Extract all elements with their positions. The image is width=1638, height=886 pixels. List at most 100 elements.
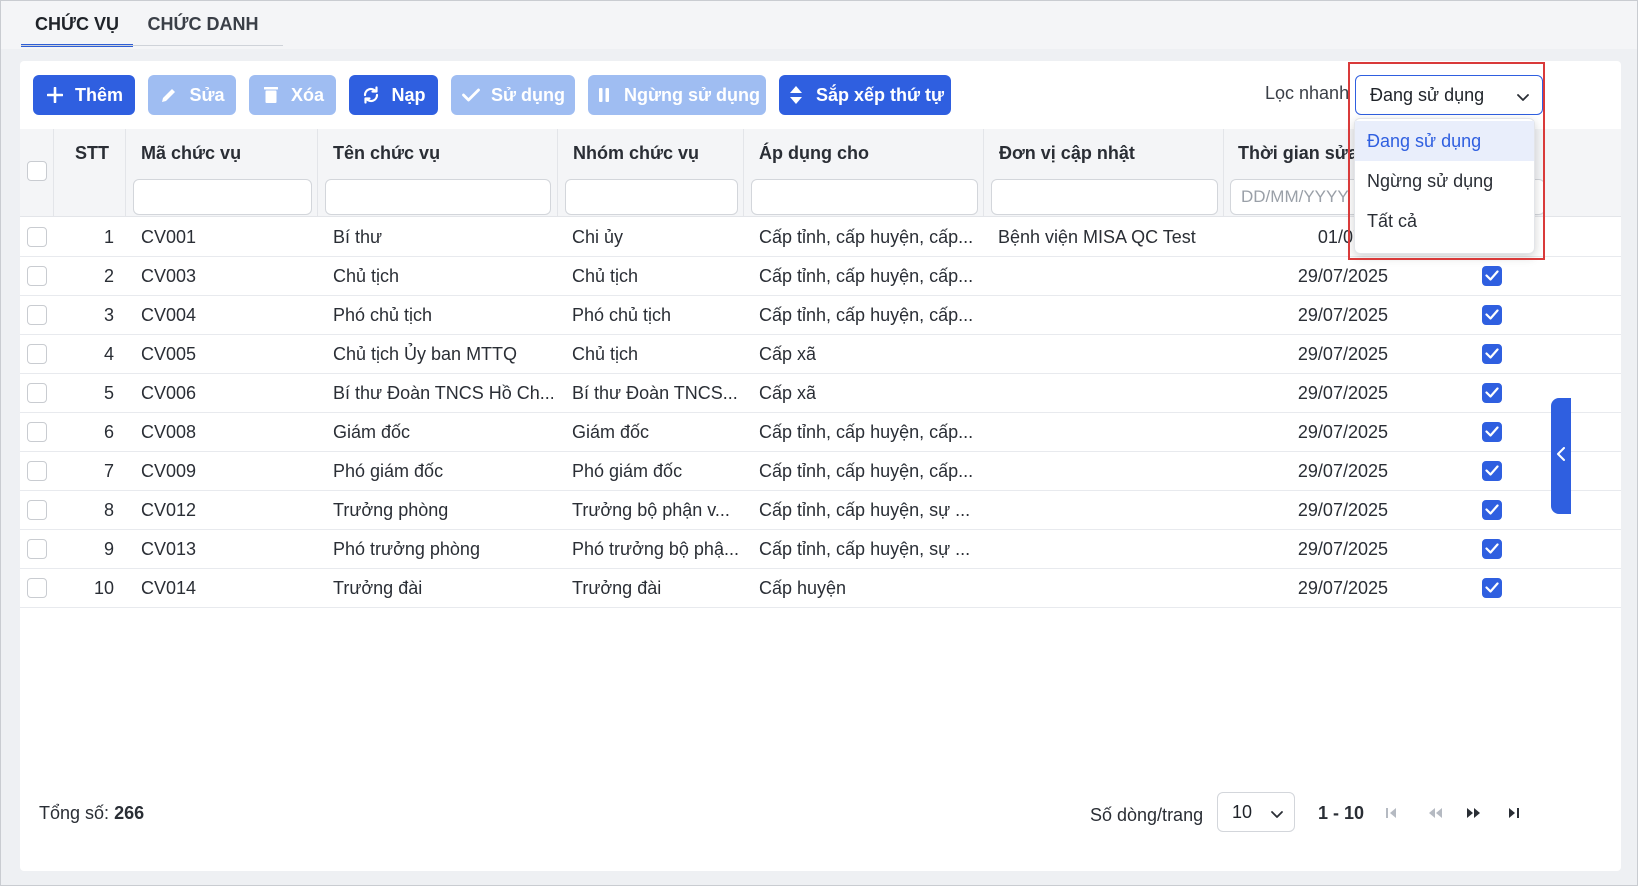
table-row[interactable]: 7 CV009 Phó giám đốc Phó giám đốc Cấp tỉnh, … xyxy=(20,451,1621,491)
sort-icon xyxy=(786,85,806,105)
table-row[interactable]: 6 CV008 Giám đốc Giám đốc Cấp tỉnh, cấp huyệ… xyxy=(20,412,1621,452)
refresh-icon xyxy=(361,85,381,105)
table-row[interactable]: 9 CV013 Phó trưởng phòng Phó trưởng bộ phậ.… xyxy=(20,529,1621,569)
reload-button-label: Nạp xyxy=(391,84,426,105)
tab-bar: CHỨC VỤ CHỨC DANH xyxy=(1,1,1637,49)
cell-stt: 2 xyxy=(103,266,114,286)
cell-code: CV003 xyxy=(141,266,197,286)
row-select-checkbox[interactable] xyxy=(27,266,47,286)
stop-use-button-label: Ngừng sử dụng xyxy=(623,84,761,105)
cell-unit xyxy=(998,490,1220,530)
cell-name: Phó giám đốc xyxy=(333,461,444,481)
header-name[interactable]: Tên chức vụ xyxy=(318,129,558,217)
row-select-checkbox[interactable] xyxy=(27,344,47,364)
cell-name: Bí thư Đoàn TNCS Hồ Ch... xyxy=(333,383,553,403)
row-select-checkbox[interactable] xyxy=(27,227,47,247)
tab-chuc-vu[interactable]: CHỨC VỤ xyxy=(21,13,133,47)
cell-time: 29/07/2025 xyxy=(1297,383,1388,403)
header-stt[interactable]: STT xyxy=(54,129,126,217)
cell-time: 29/07/2025 xyxy=(1297,461,1388,481)
use-button[interactable]: Sử dụng xyxy=(451,75,575,115)
table-row[interactable]: 10 CV014 Trưởng đài Trưởng đài Cấp huyện 29/0… xyxy=(20,568,1621,608)
cell-unit xyxy=(998,568,1220,608)
cell-group: Trưởng bộ phận v... xyxy=(572,500,730,520)
annotation-highlight-box xyxy=(1348,62,1545,260)
sort-order-button[interactable]: Sắp xếp thứ tự xyxy=(779,75,951,115)
active-status-checkbox[interactable] xyxy=(1482,266,1502,286)
header-code[interactable]: Mã chức vụ xyxy=(126,129,318,217)
header-group[interactable]: Nhóm chức vụ xyxy=(558,129,744,217)
cell-stt: 1 xyxy=(103,227,114,247)
cell-unit xyxy=(998,334,1220,374)
plus-icon xyxy=(45,85,65,105)
row-select-checkbox[interactable] xyxy=(27,500,47,520)
select-all-checkbox[interactable] xyxy=(27,161,47,181)
cell-time: 29/07/2025 xyxy=(1297,422,1388,442)
row-select-checkbox[interactable] xyxy=(27,539,47,559)
cell-group: Trưởng đài xyxy=(572,578,662,598)
row-select-checkbox[interactable] xyxy=(27,383,47,403)
add-button[interactable]: Thêm xyxy=(33,75,135,115)
cell-group: Chi ủy xyxy=(572,227,624,247)
active-status-checkbox[interactable] xyxy=(1482,344,1502,364)
cell-group: Bí thư Đoàn TNCS... xyxy=(572,383,738,403)
active-status-checkbox[interactable] xyxy=(1482,422,1502,442)
cell-apply: Cấp tỉnh, cấp huyện, cấp... xyxy=(759,266,974,286)
table-row[interactable]: 3 CV004 Phó chủ tịch Phó chủ tịch Cấp tỉnh, … xyxy=(20,295,1621,335)
active-status-checkbox[interactable] xyxy=(1482,500,1502,520)
filter-code-input[interactable] xyxy=(133,179,312,215)
header-stt-label: STT xyxy=(75,143,109,163)
cell-apply: Cấp tỉnh, cấp huyện, cấp... xyxy=(759,305,974,325)
app-frame: CHỨC VỤ CHỨC DANH Thêm Sửa Xóa Nạp Sử dụ… xyxy=(0,0,1638,886)
active-status-checkbox[interactable] xyxy=(1482,539,1502,559)
delete-button[interactable]: Xóa xyxy=(249,75,336,115)
cell-group: Chủ tịch xyxy=(572,266,639,286)
stop-use-button[interactable]: Ngừng sử dụng xyxy=(588,75,766,115)
header-name-label: Tên chức vụ xyxy=(333,143,441,163)
next-page-icon[interactable] xyxy=(1462,801,1486,825)
cell-group: Phó giám đốc xyxy=(572,461,683,481)
row-select-checkbox[interactable] xyxy=(27,422,47,442)
row-select-checkbox[interactable] xyxy=(27,305,47,325)
cell-unit xyxy=(998,295,1220,335)
tab-chuc-danh[interactable]: CHỨC DANH xyxy=(141,13,265,47)
first-page-icon[interactable] xyxy=(1379,801,1403,825)
total-value: 266 xyxy=(114,803,145,823)
filter-group-input[interactable] xyxy=(565,179,738,215)
header-code-label: Mã chức vụ xyxy=(141,143,242,163)
rows-per-page-value: 10 xyxy=(1232,801,1253,822)
table-row[interactable]: 5 CV006 Bí thư Đoàn TNCS Hồ Ch... Bí thư Đo… xyxy=(20,373,1621,413)
cell-name: Trưởng phòng xyxy=(333,500,449,520)
filter-unit-input[interactable] xyxy=(991,179,1218,215)
active-status-checkbox[interactable] xyxy=(1482,461,1502,481)
rows-per-page-select[interactable]: 10 xyxy=(1217,792,1295,832)
cell-code: CV001 xyxy=(141,227,197,247)
header-apply[interactable]: Áp dụng cho xyxy=(744,129,984,217)
filter-name-input[interactable] xyxy=(325,179,551,215)
cell-name: Phó trưởng phòng xyxy=(333,539,480,559)
reload-button[interactable]: Nạp xyxy=(349,75,438,115)
header-unit[interactable]: Đơn vị cập nhật xyxy=(984,129,1224,217)
cell-stt: 5 xyxy=(103,383,114,403)
active-status-checkbox[interactable] xyxy=(1482,305,1502,325)
last-page-icon[interactable] xyxy=(1502,801,1526,825)
header-apply-label: Áp dụng cho xyxy=(759,143,869,163)
active-status-checkbox[interactable] xyxy=(1482,578,1502,598)
edit-button[interactable]: Sửa xyxy=(148,75,236,115)
row-select-checkbox[interactable] xyxy=(27,578,47,598)
active-status-checkbox[interactable] xyxy=(1482,383,1502,403)
table-row[interactable]: 8 CV012 Trưởng phòng Trưởng bộ phận v... Cấp… xyxy=(20,490,1621,530)
rows-per-page-label: Số dòng/trang xyxy=(1090,805,1204,825)
side-panel-toggle[interactable] xyxy=(1551,398,1571,514)
cell-group: Chủ tịch xyxy=(572,344,639,364)
prev-page-icon[interactable] xyxy=(1423,801,1447,825)
table-row[interactable]: 2 CV003 Chủ tịch Chủ tịch Cấp tỉnh, cấp huyệ… xyxy=(20,256,1621,296)
row-select-checkbox[interactable] xyxy=(27,461,47,481)
cell-unit xyxy=(998,256,1220,296)
cell-time: 29/07/2025 xyxy=(1297,305,1388,325)
filter-apply-input[interactable] xyxy=(751,179,978,215)
cell-apply: Cấp tỉnh, cấp huyện, cấp... xyxy=(759,422,974,442)
cell-group: Giám đốc xyxy=(572,422,650,442)
cell-name: Phó chủ tịch xyxy=(333,305,433,325)
table-row[interactable]: 4 CV005 Chủ tịch Ủy ban MTTQ Chủ tịch Cấp xã… xyxy=(20,334,1621,374)
